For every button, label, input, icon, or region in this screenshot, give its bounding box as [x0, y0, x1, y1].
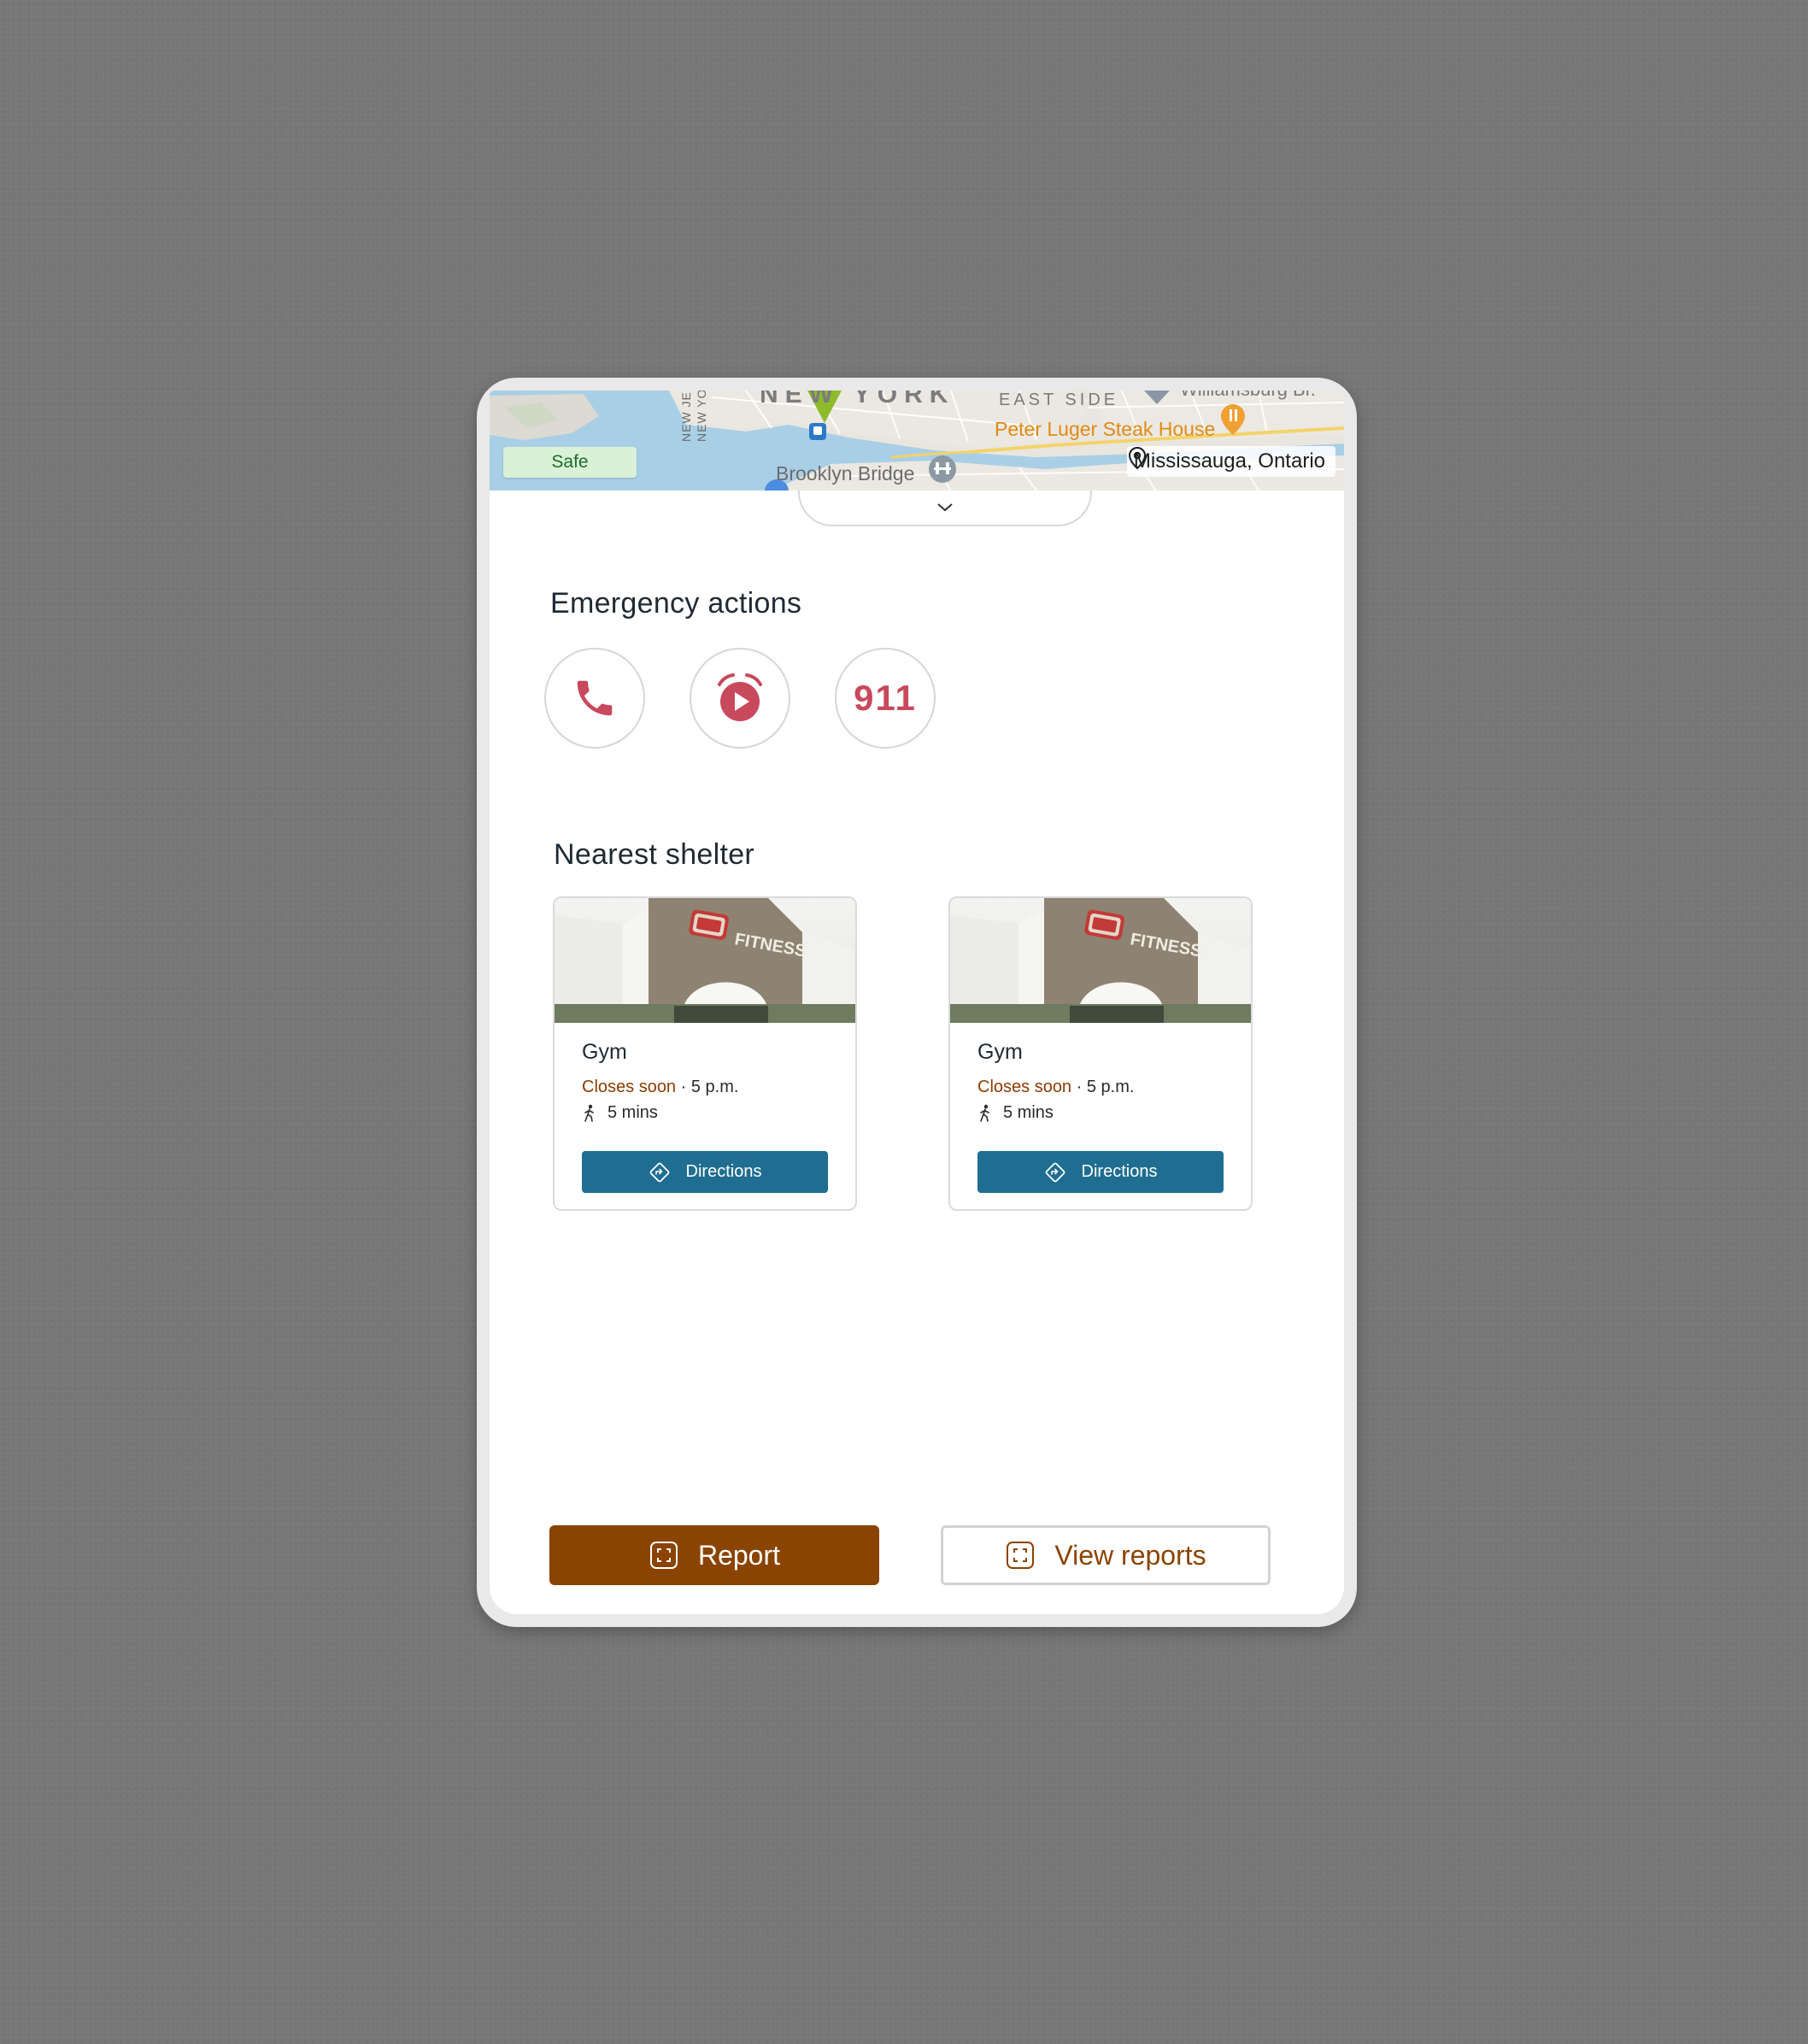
- shelter-name: Gym: [977, 1040, 1023, 1064]
- map-label-state-2: NEW YORK: [695, 391, 708, 442]
- map-label-state-1: NEW JERSEY: [679, 391, 693, 442]
- shelter-photo: FITNESS: [555, 898, 855, 1023]
- closing-status: Closes soon: [582, 1078, 677, 1096]
- call-contact-button[interactable]: [544, 648, 645, 749]
- walk-time: 5 mins: [582, 1103, 658, 1123]
- map-label-area: NEW YORK: [760, 391, 955, 408]
- view-reports-button[interactable]: View reports: [941, 1525, 1271, 1585]
- shelter-card[interactable]: FITNESS Gym Closes soon · 5 p.m. 5 mins: [553, 896, 857, 1211]
- map-label-williamsburg: Williamsburg Br.: [1180, 391, 1316, 401]
- closing-time: 5 p.m.: [690, 1078, 739, 1096]
- report-label: Report: [697, 1539, 781, 1571]
- shelter-card[interactable]: FITNESS Gym Closes soon · 5 p.m. 5 mins: [948, 896, 1253, 1211]
- directions-label: Directions: [685, 1162, 762, 1181]
- directions-label: Directions: [1081, 1162, 1158, 1181]
- shelter-status: Closes soon · 5 p.m.: [582, 1078, 738, 1097]
- map-label-restaurant: Peter Luger Steak House: [995, 418, 1216, 440]
- walking-person-icon: [584, 1104, 594, 1122]
- shelter-status: Closes soon · 5 p.m.: [977, 1078, 1134, 1097]
- shelter-name: Gym: [582, 1040, 627, 1064]
- directions-button[interactable]: Directions: [582, 1151, 828, 1193]
- view-reports-icon: [1007, 1542, 1035, 1569]
- alarm-timer-icon: [718, 673, 762, 721]
- report-button[interactable]: Report: [549, 1525, 879, 1585]
- status-separator: ·: [680, 1078, 687, 1096]
- expand-map-button[interactable]: [798, 490, 1092, 526]
- shelter-photo: FITNESS: [950, 898, 1251, 1023]
- view-reports-label: View reports: [1054, 1539, 1206, 1571]
- call-911-button[interactable]: 911: [835, 648, 936, 749]
- walk-time: 5 mins: [977, 1103, 1054, 1123]
- call-911-label: 911: [854, 678, 917, 718]
- map-view[interactable]: NEW YORK EAST SIDE Williamsburg Br. Pete…: [490, 391, 1344, 490]
- location-text: Mississauga, Ontario: [1133, 449, 1325, 473]
- phone-icon: [577, 680, 613, 716]
- map-label-bridge: Brooklyn Bridge: [776, 462, 915, 485]
- current-location[interactable]: Mississauga, Ontario: [1126, 446, 1335, 477]
- app-screen: NEW YORK EAST SIDE Williamsburg Br. Pete…: [490, 391, 1344, 1614]
- report-scan-icon: [649, 1542, 678, 1569]
- emergency-actions-title: Emergency actions: [550, 587, 802, 620]
- directions-icon: [649, 1162, 669, 1182]
- tablet-frame: NEW YORK EAST SIDE Williamsburg Br. Pete…: [477, 378, 1357, 1627]
- alarm-timer-button[interactable]: [690, 648, 790, 749]
- walking-person-icon: [980, 1104, 989, 1122]
- nearest-shelter-title: Nearest shelter: [554, 838, 755, 871]
- status-separator: ·: [1076, 1078, 1083, 1096]
- map-label-east-side: EAST SIDE: [999, 391, 1119, 409]
- walk-time-text: 5 mins: [608, 1103, 658, 1122]
- safety-status-badge: Safe: [503, 447, 637, 478]
- directions-icon: [1045, 1162, 1065, 1182]
- location-pin-icon: [1128, 446, 1146, 470]
- directions-button[interactable]: Directions: [977, 1151, 1224, 1193]
- walk-time-text: 5 mins: [1003, 1103, 1054, 1122]
- chevron-down-icon: [937, 503, 953, 512]
- closing-status: Closes soon: [977, 1078, 1072, 1096]
- closing-time: 5 p.m.: [1086, 1078, 1135, 1096]
